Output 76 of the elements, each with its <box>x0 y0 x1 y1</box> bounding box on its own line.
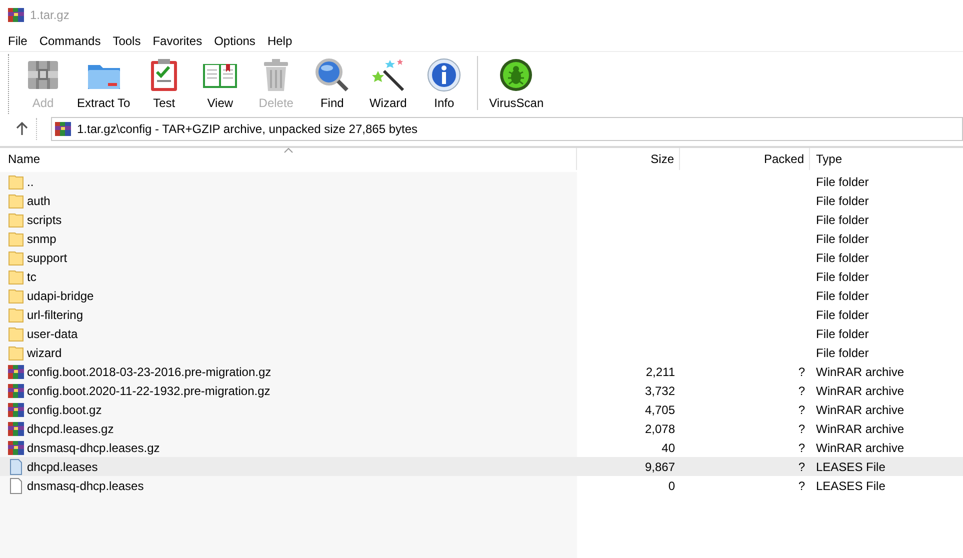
file-name: .. <box>27 174 34 188</box>
size-cell: 9,867 <box>644 460 675 474</box>
archive-icon <box>8 7 24 23</box>
size-cell: 3,732 <box>644 384 675 398</box>
packed-cell: ? <box>798 440 805 454</box>
packed-cell: ? <box>798 460 805 474</box>
up-arrow-icon <box>16 122 28 136</box>
type-cell: LEASES File <box>816 478 886 492</box>
file-name: dnsmasq-dhcp.leases <box>27 478 144 492</box>
menu-item[interactable]: Tools <box>106 32 147 50</box>
type-cell: File folder <box>816 308 869 322</box>
toolbar-button[interactable]: Info <box>416 52 472 114</box>
file-name: url-filtering <box>27 308 84 322</box>
type-cell: File folder <box>816 346 869 360</box>
menu-item[interactable]: Favorites <box>146 32 208 50</box>
packed-cell: ? <box>798 384 805 398</box>
type-cell: File folder <box>816 232 869 246</box>
type-cell: File folder <box>816 194 869 208</box>
type-cell: WinRAR archive <box>816 402 904 416</box>
file-name: dhcpd.leases.gz <box>27 422 114 436</box>
archive-icon <box>8 364 24 380</box>
packed-cell: ? <box>798 422 805 436</box>
type-cell: File folder <box>816 212 869 226</box>
toolbar-button[interactable]: Extract To <box>71 52 136 114</box>
archive-icon <box>8 440 24 456</box>
file-name: auth <box>27 194 50 208</box>
size-cell: 0 <box>668 478 675 492</box>
type-cell: File folder <box>816 326 869 340</box>
file-name: support <box>27 250 68 264</box>
file-name: wizard <box>27 346 62 360</box>
size-cell: 2,078 <box>644 422 675 436</box>
toolbar-button[interactable]: Find <box>304 52 360 114</box>
type-cell: WinRAR archive <box>816 422 904 436</box>
toolbar-button[interactable]: View <box>192 52 248 114</box>
info-icon <box>426 57 462 93</box>
file-name: config.boot.2018-03-23-2016.pre-migration.gz <box>27 364 272 378</box>
archive-icon <box>8 382 24 398</box>
file-name: udapi-bridge <box>27 288 94 302</box>
size-cell: 2,211 <box>646 364 675 378</box>
menu-item[interactable]: File <box>2 32 34 50</box>
type-cell: File folder <box>816 288 869 302</box>
menu-item[interactable]: Help <box>261 32 298 50</box>
toolbar-button[interactable]: Test <box>136 52 192 114</box>
packed-cell: ? <box>798 364 805 378</box>
type-cell: WinRAR archive <box>816 384 904 398</box>
menu-item[interactable]: Options <box>208 32 262 50</box>
type-cell: File folder <box>816 270 869 284</box>
type-cell: LEASES File <box>816 460 886 474</box>
file-name: dnsmasq-dhcp.leases.gz <box>27 440 160 454</box>
size-cell: 4,705 <box>644 402 675 416</box>
menu-item[interactable]: Commands <box>33 32 107 50</box>
toolbar-button[interactable]: Wizard <box>360 52 416 114</box>
archive-icon <box>8 402 24 418</box>
search-icon <box>314 57 350 93</box>
magic-wand-icon <box>370 57 406 93</box>
type-cell: File folder <box>816 250 869 264</box>
address-field[interactable]: 1.tar.gz\config - TAR+GZIP archive, unpacked size 27,865 bytes <box>51 117 963 141</box>
file-name: user-data <box>27 326 78 340</box>
size-cell: 40 <box>662 440 675 454</box>
file-name: scripts <box>27 212 62 226</box>
type-cell: File folder <box>816 174 869 188</box>
file-name: snmp <box>27 232 56 246</box>
toolbar-button[interactable]: VirusScan <box>483 52 550 114</box>
packed-cell: ? <box>798 478 805 492</box>
type-cell: WinRAR archive <box>816 364 904 378</box>
file-name: config.boot.2020-11-22-1932.pre-migration.gz <box>27 384 270 398</box>
packed-cell: ? <box>798 402 805 416</box>
archive-icon <box>55 121 71 137</box>
type-cell: WinRAR archive <box>816 440 904 454</box>
window-title: 1.tar.gz <box>30 8 70 22</box>
bug-icon <box>498 57 534 93</box>
file-name: config.boot.gz <box>27 402 102 416</box>
file-name: dhcpd.leases <box>27 460 98 474</box>
archive-icon <box>8 420 24 436</box>
file-name: tc <box>27 270 36 284</box>
sort-caret-icon <box>284 148 293 153</box>
